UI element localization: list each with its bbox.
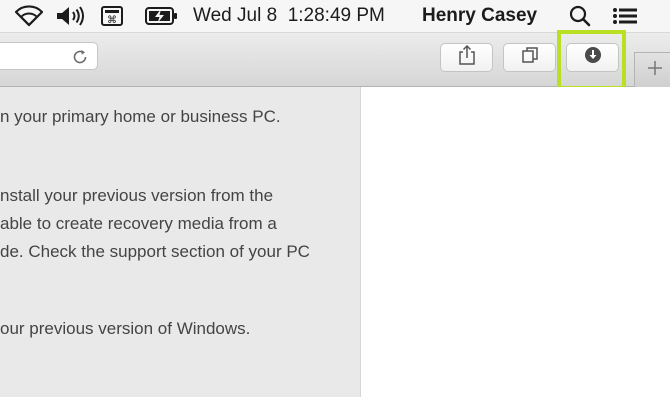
- content-line: n your primary home or business PC.: [0, 107, 281, 126]
- plus-icon: [646, 59, 664, 82]
- wifi-icon[interactable]: [14, 0, 46, 32]
- volume-icon[interactable]: [55, 0, 89, 32]
- browser-toolbar: [0, 33, 670, 87]
- svg-text:⌘: ⌘: [107, 15, 117, 26]
- content-line: de. Check the support section of your PC: [0, 242, 310, 261]
- datetime-text: Wed Jul 8 1:28:49 PM: [193, 5, 385, 26]
- share-icon: [458, 44, 476, 70]
- page-content: n your primary home or business PC. nsta…: [0, 87, 361, 397]
- new-tab-button[interactable]: [634, 52, 670, 87]
- content-line: nstall your previous version from the: [0, 186, 274, 205]
- content-line: able to create recovery media from a: [0, 214, 277, 233]
- spotlight-search-icon[interactable]: [569, 0, 591, 32]
- address-bar[interactable]: [0, 42, 98, 70]
- menu-bar: ⌘ Wed Jul 8 1:28:49 PM Henry Casey: [0, 0, 670, 33]
- show-all-tabs-icon: [521, 46, 539, 69]
- reload-icon[interactable]: [71, 48, 89, 66]
- downloads-button[interactable]: [566, 43, 619, 72]
- command-icon[interactable]: ⌘: [101, 0, 125, 32]
- battery-charging-icon[interactable]: [145, 0, 179, 32]
- user-menu[interactable]: Henry Casey: [422, 0, 537, 32]
- content-line: our previous version of Windows.: [0, 319, 251, 338]
- menubar-clock[interactable]: Wed Jul 8 1:28:49 PM: [193, 0, 385, 32]
- downloads-icon: [584, 46, 602, 69]
- share-button[interactable]: [440, 43, 493, 72]
- notification-center-icon[interactable]: [612, 0, 638, 32]
- show-all-tabs-button[interactable]: [503, 43, 556, 72]
- blank-panel: [361, 87, 670, 397]
- user-name: Henry Casey: [422, 5, 538, 26]
